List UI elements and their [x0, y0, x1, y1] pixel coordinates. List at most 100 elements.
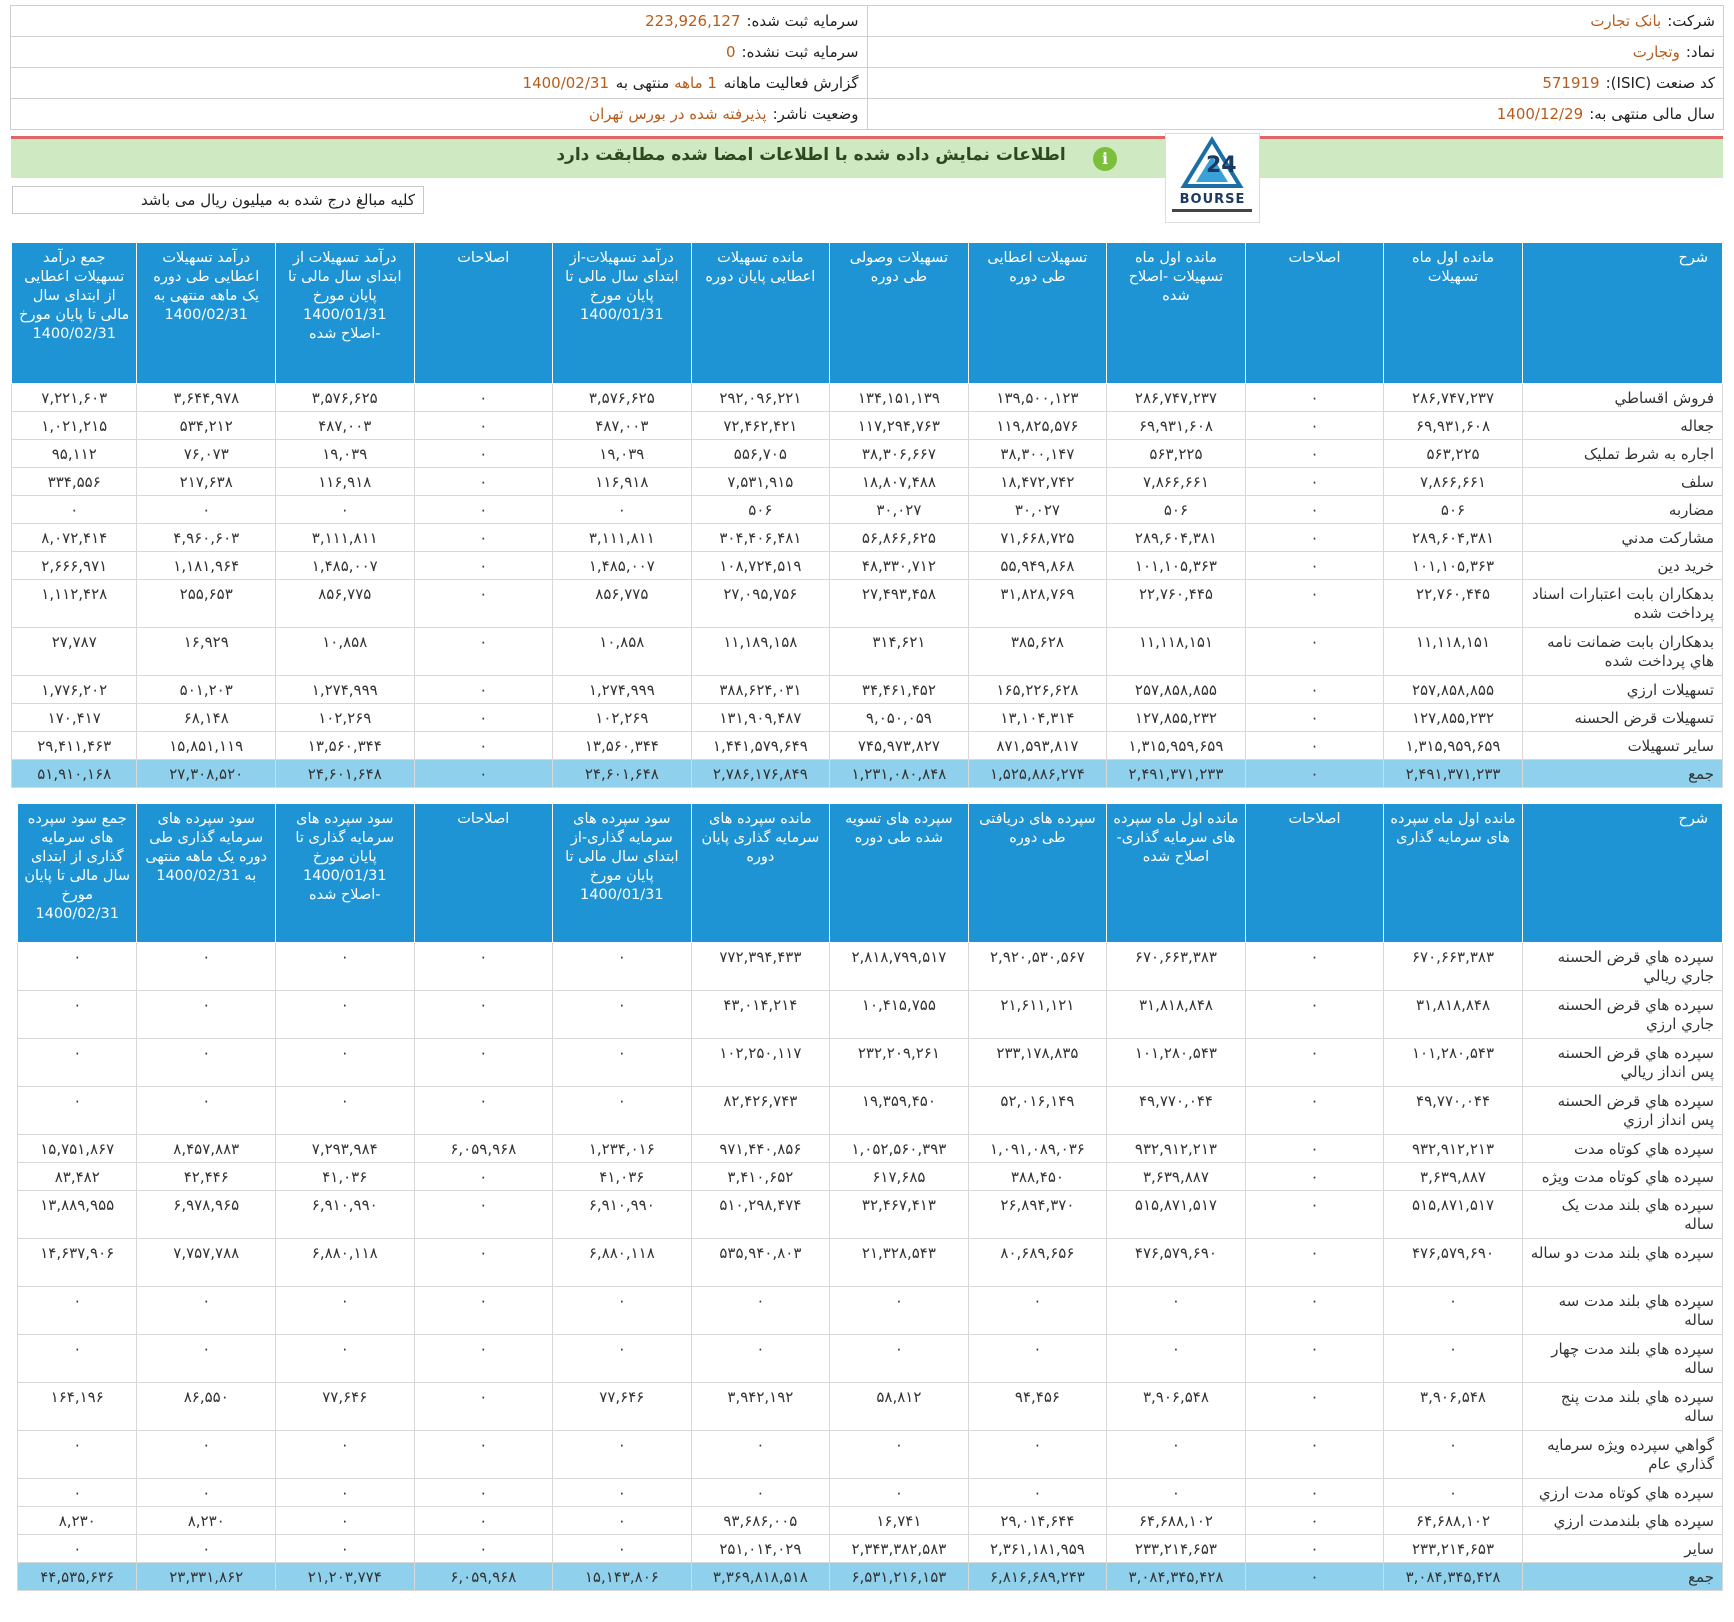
table-cell: ۱۶,۹۲۹: [136, 627, 276, 676]
table-cell: ۰: [1244, 467, 1385, 496]
table-cell: ۰: [967, 1334, 1108, 1383]
table-cell: ۳۸۸,۶۲۴,۰۳۱: [690, 675, 831, 704]
table-cell: ۳,۱۱۱,۸۱۱: [552, 523, 692, 552]
table-row: ساير تسهيلات ۱,۳۱۵,۹۵۹,۶۵۹ ۰ ۱,۳۱۵,۹۵۹,۶۵۹ ۸…: [10, 731, 1724, 760]
table-cell: ۶۷۰,۶۶۳,۳۸۳: [1383, 942, 1523, 991]
table-cell: ۰: [413, 1382, 554, 1431]
table-cell: ۱۱,۱۱۸,۱۵۱: [1106, 627, 1246, 676]
table-cell: ۳,۹۰۶,۵۴۸: [1106, 1382, 1246, 1431]
table-cell: ۰: [829, 1334, 969, 1383]
table-cell: ۳,۶۳۹,۸۸۷: [1106, 1162, 1246, 1191]
row-label: سپرده هاي کوتاه مدت: [1521, 1134, 1724, 1163]
total-cell: ۲,۷۸۶,۱۷۶,۸۴۹: [690, 759, 831, 788]
table-row: مشارکت مدني ۲۸۹,۶۰۴,۳۸۱ ۰ ۲۸۹,۶۰۴,۳۸۱ ۷۱,۶۶۸…: [10, 523, 1724, 552]
table-cell: ۰: [413, 467, 554, 496]
table-cell: ۹۳,۶۸۶,۰۰۵: [690, 1506, 831, 1535]
column-header: مانده اول ماه سپرده های سرمایه گذاری: [1383, 803, 1523, 943]
table-cell: ۲۷,۰۹۵,۷۵۶: [690, 579, 831, 628]
table-cell: ۰: [136, 990, 276, 1039]
bourse-logo-subline: [1172, 209, 1252, 212]
table-cell: ۰: [413, 1478, 554, 1507]
table-cell: ۱,۴۴۱,۵۷۹,۶۴۹: [690, 731, 831, 760]
total-cell: ۶,۸۱۶,۶۸۹,۲۴۳: [967, 1562, 1108, 1591]
column-header: اصلاحات: [413, 242, 554, 384]
table-cell: ۰: [1244, 1238, 1385, 1287]
table-cell: ۵۰۱,۲۰۳: [136, 675, 276, 704]
column-header: اصلاحات: [413, 803, 554, 943]
table-cell: ۶۴,۶۸۸,۱۰۲: [1383, 1506, 1523, 1535]
column-header: مانده اول ماه تسهیلات: [1383, 242, 1523, 384]
table-cell: ۰: [136, 1334, 276, 1383]
bourse-logo-mark: 24: [1180, 136, 1244, 188]
table-cell: ۰: [136, 1286, 276, 1335]
column-header: جمع درآمد تسهیلات اعطایی از ابتدای سال م…: [10, 242, 138, 384]
table-cell: ۱۶۴,۱۹۶: [16, 1382, 138, 1431]
table-cell: ۰: [413, 1038, 554, 1087]
table-cell: ۱۰۱,۱۰۵,۳۶۳: [1106, 551, 1246, 580]
table-cell: ۱۰۲,۲۶۹: [275, 703, 415, 732]
table-cell: ۰: [1244, 1162, 1385, 1191]
total-cell: ۱,۲۳۱,۰۸۰,۸۴۸: [829, 759, 969, 788]
table-cell: ۰: [16, 1038, 138, 1087]
table-cell: ۰: [16, 1286, 138, 1335]
table-cell: ۱۶۵,۲۲۶,۶۲۸: [967, 675, 1108, 704]
row-label: سپرده هاي بلندمدت ارزي: [1521, 1506, 1724, 1535]
row-label: سپرده هاي قرض الحسنه پس انداز ارزي: [1521, 1086, 1724, 1135]
table-cell: ۱,۰۵۲,۵۶۰,۳۹۳: [829, 1134, 969, 1163]
loans-table-header: شرح مانده اول ماه تسهیلات اصلاحات مانده اول…: [10, 242, 1724, 384]
table-cell: ۵۸,۸۱۲: [829, 1382, 969, 1431]
company-value: بانک تجارت: [1590, 12, 1662, 30]
table-cell: ۹۳۲,۹۱۲,۲۱۳: [1106, 1134, 1246, 1163]
table-cell: ۱۱۹,۸۲۵,۵۷۶: [967, 411, 1108, 440]
table-cell: ۰: [413, 1238, 554, 1287]
table-cell: ۱,۱۸۱,۹۶۴: [136, 551, 276, 580]
table-row: جعاله ۶۹,۹۳۱,۶۰۸ ۰ ۶۹,۹۳۱,۶۰۸ ۱۱۹,۸۲۵,۵۷۶ ۱۱۷…: [10, 411, 1724, 440]
total-cell: ۲۴,۶۰۱,۶۴۸: [552, 759, 692, 788]
table-cell: ۵۶۳,۲۲۵: [1106, 439, 1246, 468]
table-cell: ۰: [552, 990, 692, 1039]
table-cell: ۰: [413, 1506, 554, 1535]
table-cell: ۰: [413, 731, 554, 760]
row-label: بدهکاران بابت اعتبارات اسناد پرداخت شده: [1521, 579, 1724, 628]
table-cell: ۰: [275, 1038, 415, 1087]
table-cell: ۲۱۷,۶۳۸: [136, 467, 276, 496]
table-cell: ۱,۰۹۱,۰۸۹,۰۳۶: [967, 1134, 1108, 1163]
table-cell: ۳۸,۳۰۰,۱۴۷: [967, 439, 1108, 468]
column-header: جمع سود سپرده های سرمایه گذاری از ابتدای…: [16, 803, 138, 943]
table-cell: ۳۳۴,۵۵۶: [10, 467, 138, 496]
table-cell: ۰: [275, 1286, 415, 1335]
table-cell: ۱,۱۱۲,۴۲۸: [10, 579, 138, 628]
table-cell: ۳۸۵,۶۲۸: [967, 627, 1108, 676]
table-cell: ۱۰۸,۷۲۴,۵۱۹: [690, 551, 831, 580]
total-cell: ۲۱,۲۰۳,۷۷۴: [275, 1562, 415, 1591]
total-cell: ۱۵,۱۴۳,۸۰۶: [552, 1562, 692, 1591]
table-row: سپرده هاي قرض الحسنه جاري ارزي ۳۱,۸۱۸,۸۴۸…: [16, 990, 1724, 1039]
table-cell: ۲,۳۴۳,۳۸۲,۵۸۳: [829, 1534, 969, 1563]
table-cell: ۹۷۱,۴۴۰,۸۵۶: [690, 1134, 831, 1163]
table-cell: ۰: [275, 1506, 415, 1535]
table-cell: ۰: [552, 1086, 692, 1135]
table-cell: ۰: [136, 1086, 276, 1135]
table-cell: ۹۳۲,۹۱۲,۲۱۳: [1383, 1134, 1523, 1163]
table-cell: ۰: [413, 523, 554, 552]
table-cell: ۸۵۶,۷۷۵: [552, 579, 692, 628]
verification-text: اطلاعات نمایش داده شده با اطلاعات امضا ش…: [556, 145, 1066, 165]
table-cell: ۶,۹۱۰,۹۹۰: [552, 1190, 692, 1239]
table-cell: ۸۰,۶۸۹,۶۵۶: [967, 1238, 1108, 1287]
table-cell: ۰: [829, 1478, 969, 1507]
table-cell: ۸۷۱,۵۹۳,۸۱۷: [967, 731, 1108, 760]
table-cell: ۰: [413, 495, 554, 524]
table-cell: ۳۰۴,۴۰۶,۴۸۱: [690, 523, 831, 552]
total-cell: ۰: [413, 759, 554, 788]
table-cell: ۷,۷۵۷,۷۸۸: [136, 1238, 276, 1287]
row-label: سپرده هاي بلند مدت چهار ساله: [1521, 1334, 1724, 1383]
table-cell: ۳,۴۱۰,۶۵۲: [690, 1162, 831, 1191]
table-cell: ۳۸۸,۴۵۰: [967, 1162, 1108, 1191]
table-cell: ۱۹,۰۳۹: [552, 439, 692, 468]
table-cell: ۶۹,۹۳۱,۶۰۸: [1383, 411, 1523, 440]
table-cell: ۰: [690, 1286, 831, 1335]
publisher-cell: وضعیت ناشر: پذیرفته شده در بورس تهران: [10, 98, 868, 130]
table-cell: ۲,۳۶۱,۱۸۱,۹۵۹: [967, 1534, 1108, 1563]
table-cell: ۴۷۶,۵۷۹,۶۹۰: [1383, 1238, 1523, 1287]
table-cell: ۱۰۱,۲۸۰,۵۴۳: [1106, 1038, 1246, 1087]
